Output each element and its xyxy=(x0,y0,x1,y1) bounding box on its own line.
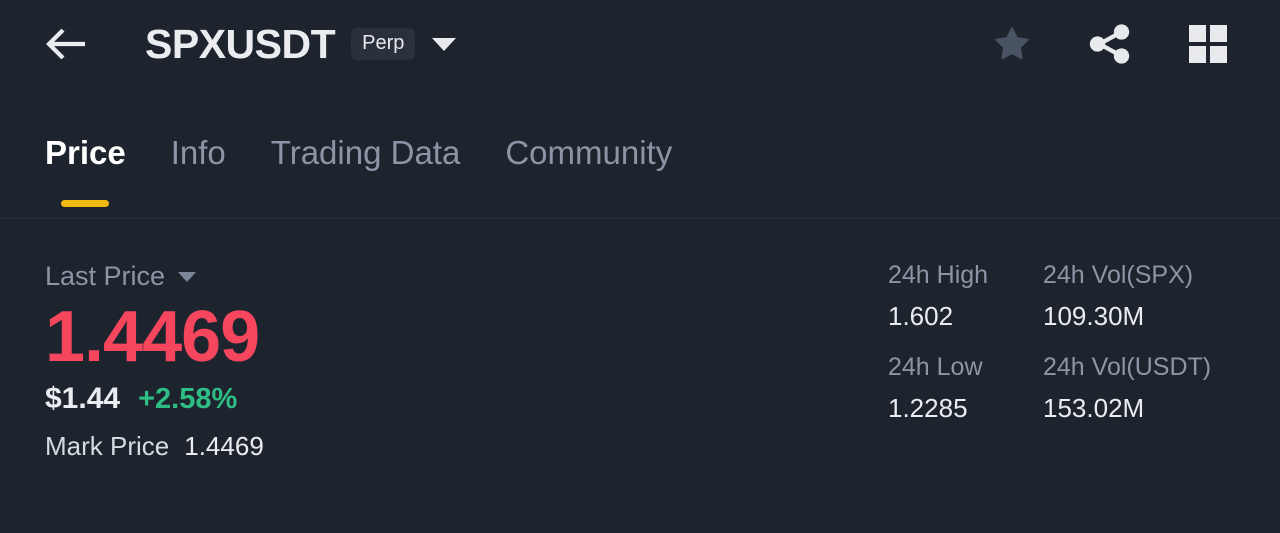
star-icon xyxy=(995,27,1029,60)
tab-trading-data[interactable]: Trading Data xyxy=(271,128,461,169)
tab-community[interactable]: Community xyxy=(505,128,672,169)
mark-price-label: Mark Price xyxy=(45,430,170,461)
grid-icon xyxy=(1189,25,1227,63)
tab-info[interactable]: Info xyxy=(171,128,226,169)
stat-24h-high-label: 24h High xyxy=(888,261,989,289)
section-tabs: Price Info Trading Data Community xyxy=(0,128,1280,218)
app-header: SPXUSDT Perp xyxy=(0,0,1280,88)
tab-community-label: Community xyxy=(505,134,673,171)
contract-type-badge: Perp xyxy=(351,28,416,60)
stat-24h-vol-quote-label: 24h Vol(USDT) xyxy=(1043,353,1212,381)
tab-info-label: Info xyxy=(170,134,226,171)
favorite-button[interactable] xyxy=(988,20,1036,68)
stat-24h-vol-base-label: 24h Vol(SPX) xyxy=(1043,261,1194,289)
tab-price[interactable]: Price xyxy=(45,128,126,207)
price-sub-row: $1.44 +2.58% xyxy=(45,381,605,415)
stat-24h-high-value: 1.602 xyxy=(888,301,954,331)
stat-24h-vol-base: 24h Vol(SPX) 109.30M xyxy=(1043,261,1211,331)
header-actions xyxy=(988,20,1240,68)
last-price-value: 1.4469 xyxy=(45,297,260,377)
mark-price-row: Mark Price 1.4469 xyxy=(45,433,605,459)
stat-24h-vol-quote-value: 153.02M xyxy=(1043,393,1145,423)
share-icon xyxy=(1089,24,1130,64)
market-stats: 24h High 1.602 24h Vol(SPX) 109.30M 24h … xyxy=(888,261,1212,423)
stat-24h-high: 24h High 1.602 xyxy=(888,261,1043,331)
stat-24h-low-label: 24h Low xyxy=(888,353,983,381)
price-change-percent: +2.58% xyxy=(138,382,238,415)
tab-price-label: Price xyxy=(45,134,126,171)
price-block: Last Price 1.4469 $1.44 +2.58% Mark Pric… xyxy=(45,263,605,459)
usd-price-value: $1.44 xyxy=(45,381,121,415)
last-price-label: Last Price xyxy=(45,261,166,291)
arrow-left-icon xyxy=(46,29,85,59)
back-button[interactable] xyxy=(45,17,99,71)
share-button[interactable] xyxy=(1086,20,1134,68)
stat-24h-vol-quote: 24h Vol(USDT) 153.02M xyxy=(1043,353,1212,423)
grid-menu-button[interactable] xyxy=(1184,20,1232,68)
trading-pair-screen: SPXUSDT Perp Price Info Trading Data Com… xyxy=(0,0,1280,533)
stat-24h-vol-base-value: 109.30M xyxy=(1043,301,1145,331)
tab-trading-data-label: Trading Data xyxy=(270,134,461,171)
pair-symbol: SPXUSDT xyxy=(145,20,336,67)
active-tab-indicator xyxy=(61,200,110,207)
stat-24h-low: 24h Low 1.2285 xyxy=(888,353,1043,423)
stat-24h-low-value: 1.2285 xyxy=(888,393,968,423)
last-price-selector[interactable]: Last Price xyxy=(45,263,605,290)
mark-price-value: 1.4469 xyxy=(184,430,264,461)
price-content: Last Price 1.4469 $1.44 +2.58% Mark Pric… xyxy=(0,219,1280,533)
caret-down-icon[interactable] xyxy=(178,271,197,282)
pair-title-group[interactable]: SPXUSDT Perp xyxy=(145,20,457,67)
chevron-down-icon[interactable] xyxy=(432,37,457,51)
